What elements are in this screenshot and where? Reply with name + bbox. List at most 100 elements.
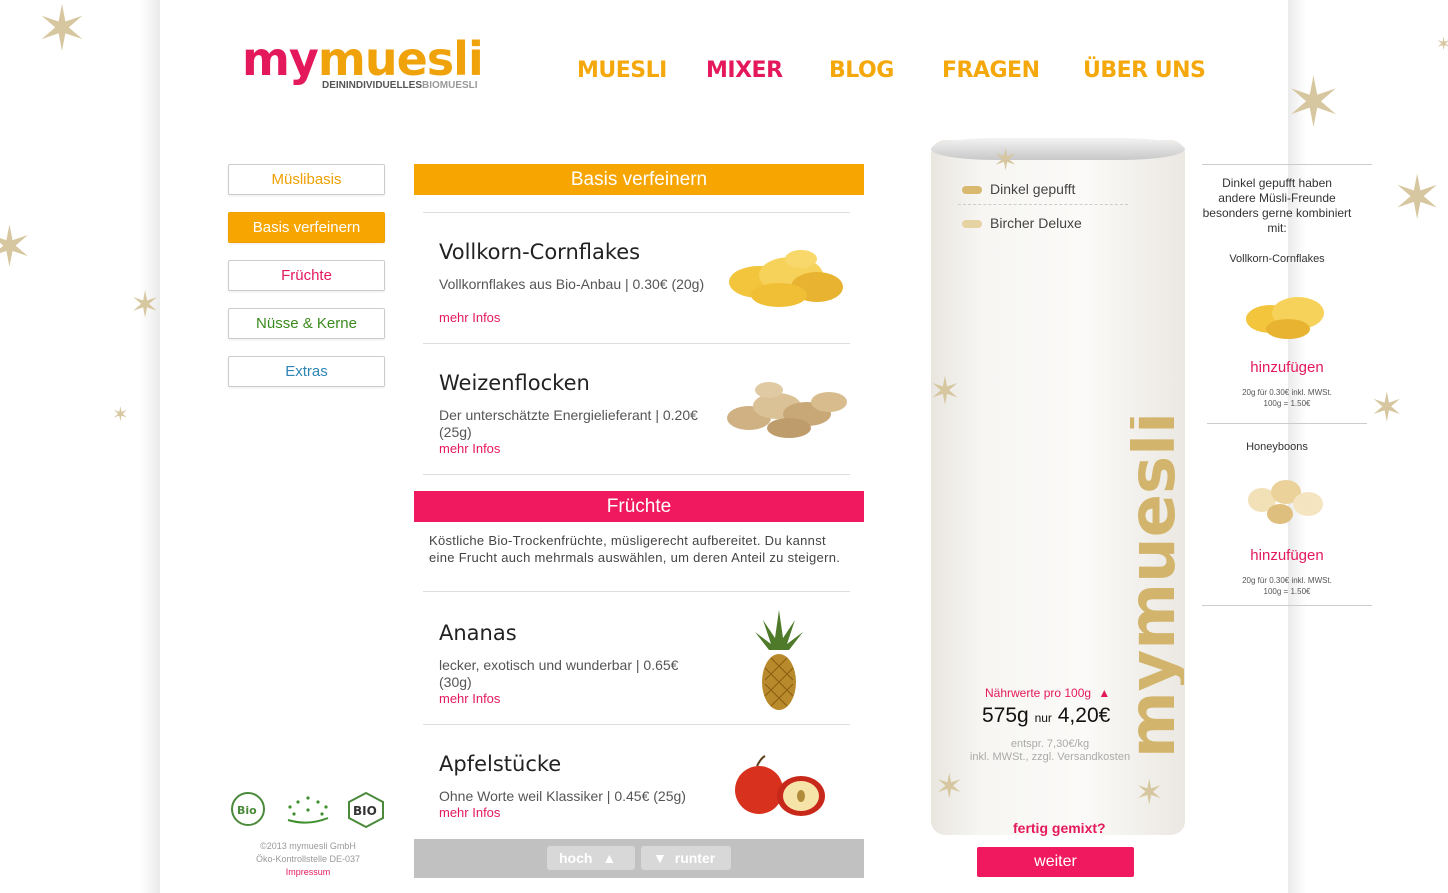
price-tax-note: inkl. MWSt., zzgl. Versandkosten (969, 751, 1131, 763)
item-desc: Ohne Worte weil Klassiker | 0.45€ (25g) (439, 788, 686, 804)
star-decoration: ✶ (1135, 773, 1164, 813)
suggestion-price-100g: 100g = 1.50€ (1263, 399, 1311, 408)
item-desc: lecker, exotisch und wunderbar | 0.65€ (… (439, 657, 679, 690)
scroll-up-label: hoch (559, 850, 593, 866)
divider (1202, 164, 1372, 165)
tube-brand-text: mymuesli (1130, 412, 1184, 758)
add-suggestion-button[interactable]: hinzufügen (1202, 359, 1372, 376)
logo-tagline-bio: BIOMUESLI (422, 80, 478, 91)
divider (958, 204, 1128, 205)
arrow-up-icon: ▲ (602, 850, 617, 866)
star-decoration: ✶ (993, 143, 1019, 178)
ingredient-list: Basis verfeinern Vollkorn-Cornflakes Vol… (414, 164, 864, 839)
section-header-fruechte: Früchte (414, 491, 864, 522)
item-title: Apfelstücke (439, 752, 562, 776)
apple-image (735, 755, 825, 816)
impressum-link[interactable]: Impressum (228, 866, 388, 879)
bio-seal-icons: Bio BIO (231, 791, 384, 829)
arrow-down-icon: ▼ (653, 850, 667, 866)
tube-rim (931, 138, 1185, 160)
nutrition-link[interactable]: Nährwerte pro 100g ▲ (985, 686, 1110, 700)
nav-mixer[interactable]: MIXER (706, 58, 783, 83)
list-item[interactable]: Apfelstücke Ohne Worte weil Klassiker | … (414, 724, 864, 839)
divider (423, 591, 850, 592)
price-nur: nur (1034, 711, 1052, 725)
suggestion-intro: Dinkel gepufft haben andere Müsli-Freund… (1202, 176, 1352, 235)
suggestion-price: 20g für 0.30€ inkl. MWSt. (1242, 576, 1332, 585)
star-decoration: ✶ (935, 767, 964, 807)
copyright: ©2013 mymuesli GmbH (260, 841, 356, 851)
star-decoration: ✶ (929, 369, 961, 413)
tube-entry[interactable]: Bircher Deluxe (962, 215, 1082, 231)
more-info-link[interactable]: mehr Infos (439, 441, 500, 456)
item-title: Weizenflocken (439, 371, 590, 395)
star-decoration: ✶ (1370, 385, 1404, 431)
suggestion-name: Vollkorn-Cornflakes (1229, 253, 1325, 265)
logo-muesli: muesli (317, 32, 484, 86)
tube-brand: mymuesli (1130, 412, 1184, 758)
star-decoration: ✶ (0, 215, 33, 280)
item-title: Ananas (439, 621, 517, 645)
tube-price: 575g nur 4,20€ (982, 704, 1110, 728)
certification-logos: Bio BIO (228, 791, 388, 833)
page-shadow-left (140, 0, 160, 893)
category-muesli-basis[interactable]: Müslibasis (228, 164, 385, 195)
logo-tagline: DEININDIVIDUELLES (322, 80, 423, 91)
cornflakes-image (1246, 297, 1324, 339)
more-info-link[interactable]: mehr Infos (439, 310, 500, 325)
more-info-link[interactable]: mehr Infos (439, 805, 500, 820)
control-authority: Öko-Kontrollstelle DE-037 (255, 854, 361, 864)
star-decoration: ✶ (1436, 34, 1448, 55)
scroll-up-button[interactable]: hoch ▲ (547, 846, 635, 870)
honeyboons-image (1248, 480, 1323, 524)
item-desc: Vollkornflakes aus Bio-Anbau | 0.30€ (20… (439, 276, 705, 292)
category-nuesse-kerne[interactable]: Nüsse & Kerne (228, 308, 385, 339)
suggestion-name: Honeyboons (1246, 441, 1308, 453)
star-decoration: ✶ (112, 402, 129, 426)
tube-entry-label: Bircher Deluxe (990, 215, 1082, 231)
star-decoration: ✶ (36, 0, 88, 65)
list-pager: hoch ▲ ▼ runter (414, 839, 864, 878)
more-info-link[interactable]: mehr Infos (439, 691, 500, 706)
list-item[interactable]: Weizenflocken Der unterschätzte Energiel… (414, 343, 864, 473)
continue-button[interactable]: weiter (977, 847, 1134, 877)
section-header-basis: Basis verfeinern (414, 164, 864, 195)
pineapple-image (755, 610, 803, 710)
star-decoration: ✶ (1392, 163, 1443, 233)
wheat-flakes-image (727, 382, 847, 438)
site-logo[interactable]: mymuesli DEININDIVIDUELLESBIOMUESLI (242, 36, 502, 91)
list-item[interactable]: Vollkorn-Cornflakes Vollkornflakes aus B… (414, 212, 864, 342)
scroll-down-button[interactable]: ▼ runter (641, 846, 731, 870)
category-fruechte[interactable]: Früchte (228, 260, 385, 291)
grain-icon (962, 220, 982, 229)
scroll-down-label: runter (674, 850, 716, 866)
nav-blog[interactable]: BLOG (829, 58, 894, 83)
bio-hexagon-label: BIO (353, 804, 377, 818)
divider (1202, 605, 1372, 606)
nutrition-label: Nährwerte pro 100g (985, 686, 1092, 700)
tube-entry[interactable]: Dinkel gepufft (962, 181, 1075, 197)
list-item[interactable]: Ananas lecker, exotisch und wunderbar | … (414, 593, 864, 723)
nav-ueber-uns[interactable]: ÜBER UNS (1083, 58, 1206, 83)
suggestion-price: 20g für 0.30€ inkl. MWSt. (1242, 388, 1332, 397)
item-title: Vollkorn-Cornflakes (439, 240, 641, 264)
divider (1207, 423, 1367, 424)
add-suggestion-button[interactable]: hinzufügen (1202, 547, 1372, 564)
finish-question: fertig gemixt? (1013, 820, 1106, 836)
cornflakes-image (729, 250, 843, 307)
nav-muesli[interactable]: MUESLI (577, 58, 667, 83)
star-decoration: ✶ (130, 285, 161, 326)
nav-fragen[interactable]: FRAGEN (942, 58, 1040, 83)
category-basis-verfeinern[interactable]: Basis verfeinern (228, 212, 385, 243)
category-extras[interactable]: Extras (228, 356, 385, 387)
grain-icon (962, 186, 982, 195)
logo-my: my (242, 32, 319, 86)
bio-seal-label: Bio (237, 804, 257, 817)
price-value: 4,20€ (1057, 704, 1111, 727)
triangle-up-icon: ▲ (1098, 686, 1111, 700)
divider (423, 474, 850, 475)
item-desc: Der unterschätzte Energielieferant | 0.2… (439, 407, 698, 440)
footer-text: ©2013 mymuesli GmbH Öko-Kontrollstelle D… (228, 840, 388, 879)
tube-weight: 575g (982, 704, 1029, 727)
section-description: Köstliche Bio-Trockenfrüchte, müsligerec… (429, 533, 841, 565)
